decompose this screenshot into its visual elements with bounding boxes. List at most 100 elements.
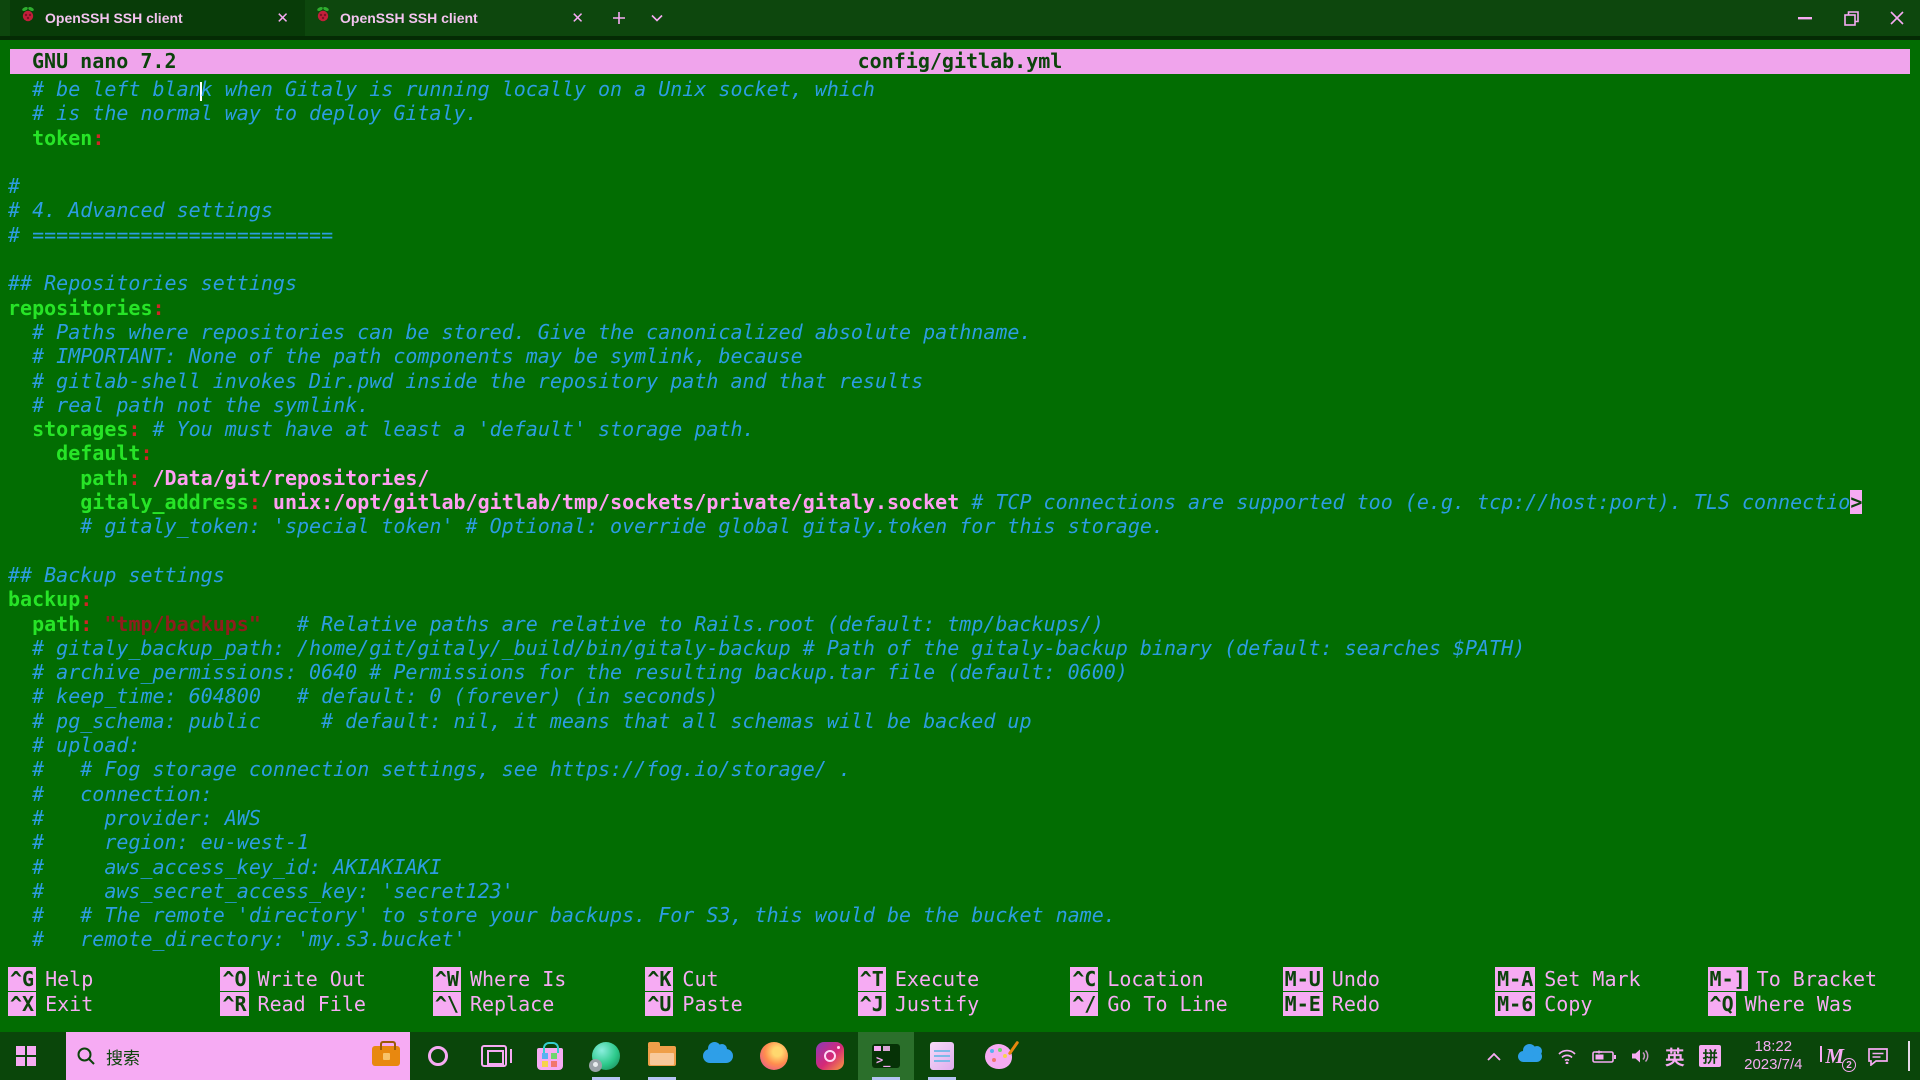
taskbar-app-file-explorer[interactable] <box>634 1032 690 1080</box>
notepad-icon <box>930 1042 954 1070</box>
code-segment-comment: k when Gitaly is running locally on a Un… <box>200 77 875 101</box>
shortcut-key: ^J <box>857 991 886 1016</box>
ime-m2-button[interactable]: M 2 <box>1820 1044 1856 1072</box>
taskbar-app-paint[interactable] <box>970 1032 1026 1080</box>
editor-line: backup: <box>8 587 1920 611</box>
raspberry-icon <box>20 0 36 36</box>
editor-line: # gitaly_token: 'special token' # Option… <box>8 514 1920 538</box>
task-view-icon <box>481 1045 512 1067</box>
onedrive-tray-button[interactable] <box>1518 1043 1543 1062</box>
shortcut-label: Undo <box>1331 967 1380 991</box>
tab-close-button[interactable]: ✕ <box>565 9 590 27</box>
editor-line: # Paths where repositories can be stored… <box>8 320 1920 344</box>
speaker-icon <box>1632 1049 1649 1063</box>
code-segment-comment: # <box>8 174 21 199</box>
shortcut-label: Paste <box>682 991 743 1016</box>
cortana-button[interactable] <box>410 1032 466 1080</box>
code-segment-value: unix:/opt/gitlab/gitlab/tmp/sockets/priv… <box>260 490 960 515</box>
taskbar-app-instagram[interactable] <box>802 1032 858 1080</box>
shortcut-label: Location <box>1107 967 1204 991</box>
shortcut-label: Where Is <box>469 967 567 991</box>
code-segment-comment: # aws_secret_access_key: 'secret123' <box>8 878 514 903</box>
new-tab-button[interactable] <box>600 0 638 36</box>
start-button[interactable] <box>0 1032 52 1080</box>
code-segment-key: storages <box>32 417 129 442</box>
clock[interactable]: 18:22 2023/7/4 <box>1736 1038 1810 1074</box>
code-segment-comment: # pg_schema: public # default: nil, it m… <box>8 708 1032 733</box>
plus-icon <box>613 12 625 24</box>
minimize-button[interactable] <box>1782 0 1828 36</box>
code-segment-plain <box>261 612 297 636</box>
shortcut-key: ^X <box>8 991 37 1016</box>
editor-line: # provider: AWS <box>8 806 1920 830</box>
network-button[interactable] <box>1557 1048 1577 1064</box>
cortana-icon <box>428 1046 448 1066</box>
code-segment-comment: # # The remote 'directory' to store your… <box>8 903 1116 928</box>
ime-language-indicator[interactable]: 英 <box>1665 1043 1684 1070</box>
code-segment-key: repositories <box>8 295 153 320</box>
code-segment-plain <box>8 441 56 465</box>
shortcut-label: Help <box>45 967 94 991</box>
shortcut-go-to-line: ^/ Go To Line <box>1070 991 1282 1017</box>
taskbar-app-onedrive[interactable] <box>690 1032 746 1080</box>
window-titlebar: OpenSSH SSH client ✕ OpenSSH SSH client ✕ <box>0 0 1920 36</box>
code-segment-comment: # Paths where repositories can be stored… <box>8 319 1032 344</box>
shortcut-read-file: ^R Read File <box>220 991 432 1017</box>
editor-line: # be left blank when Gitaly is running l… <box>8 77 1920 101</box>
shortcut-justify: ^J Justify <box>857 991 1070 1017</box>
shortcut-copy: M-6 Copy <box>1495 991 1707 1017</box>
shortcut-label: Cut <box>682 967 719 991</box>
battery-button[interactable] <box>1592 1050 1617 1063</box>
editor-line: # gitlab-shell invokes Dir.pwd inside th… <box>8 369 1920 393</box>
shortcut-key: M-U <box>1282 967 1323 991</box>
shortcut-where-is: ^W Where Is <box>432 967 645 992</box>
code-segment-comment: # connection: <box>8 781 213 806</box>
code-segment-comment: # gitaly_token: 'special token' # Option… <box>8 514 1164 539</box>
restore-button[interactable] <box>1828 0 1874 36</box>
close-window-button[interactable] <box>1874 0 1920 36</box>
tab-close-button[interactable]: ✕ <box>270 9 295 27</box>
taskbar-app-terminal[interactable]: >_ <box>858 1032 914 1080</box>
volume-button[interactable] <box>1631 1048 1650 1064</box>
code-segment-comment: # 4. Advanced settings <box>8 198 273 223</box>
shortcut-key: ^T <box>857 967 886 991</box>
shortcut-write-out: ^O Write Out <box>220 967 432 992</box>
search-input[interactable]: 搜索 <box>66 1032 410 1080</box>
editor-line: # keep_time: 604800 # default: 0 (foreve… <box>8 684 1920 708</box>
code-segment-colon: : <box>128 465 141 490</box>
tab-openssh-2[interactable]: OpenSSH SSH client ✕ <box>305 0 600 36</box>
shortcut-key: ^U <box>645 991 674 1016</box>
taskbar-app-firefox[interactable] <box>746 1032 802 1080</box>
editor-line: # aws_secret_access_key: 'secret123' <box>8 879 1920 903</box>
code-segment-key: gitaly_address <box>80 490 249 515</box>
editor-line: # pg_schema: public # default: nil, it m… <box>8 709 1920 733</box>
code-segment-colon: : <box>128 417 141 442</box>
code-segment-string: "tmp/backups" <box>104 611 261 636</box>
code-segment-colon: : <box>80 611 93 636</box>
notification-center-button[interactable] <box>1867 1047 1889 1066</box>
shortcut-key: ^W <box>432 967 461 991</box>
nano-titlebar: GNU nano 7.2 config/gitlab.yml <box>10 49 1910 74</box>
taskbar-app-notepad[interactable] <box>914 1032 970 1080</box>
code-segment-comment: # remote_directory: 'my.s3.bucket' <box>8 927 466 952</box>
taskbar-app-store[interactable] <box>522 1032 578 1080</box>
taskbar-app-edge[interactable] <box>578 1032 634 1080</box>
shortcut-label: Execute <box>894 967 980 991</box>
editor-line: # 4. Advanced settings <box>8 198 1920 222</box>
editor-line: default: <box>8 441 1920 465</box>
tab-dropdown-button[interactable] <box>638 0 676 36</box>
show-desktop-button[interactable] <box>1908 1041 1910 1071</box>
editor-line: # # Fog storage connection settings, see… <box>8 757 1920 781</box>
editor-area[interactable]: # be left blank when Gitaly is running l… <box>0 76 1920 967</box>
shortcut-exit: ^X Exit <box>8 991 220 1017</box>
shortcut-help: ^G Help <box>8 967 220 992</box>
show-hidden-icons-button[interactable] <box>1485 1052 1503 1061</box>
raspberry-icon <box>315 0 331 36</box>
ime-mode-indicator[interactable]: 拼 <box>1699 1045 1722 1067</box>
taskbar-app-task-view[interactable] <box>466 1032 522 1080</box>
terminal[interactable]: GNU nano 7.2 config/gitlab.yml # be left… <box>0 40 1920 1032</box>
editor-line: # is the normal way to deploy Gitaly. <box>8 101 1920 125</box>
shortcut-label: Go To Line <box>1107 991 1228 1016</box>
tab-openssh-1[interactable]: OpenSSH SSH client ✕ <box>10 0 305 36</box>
